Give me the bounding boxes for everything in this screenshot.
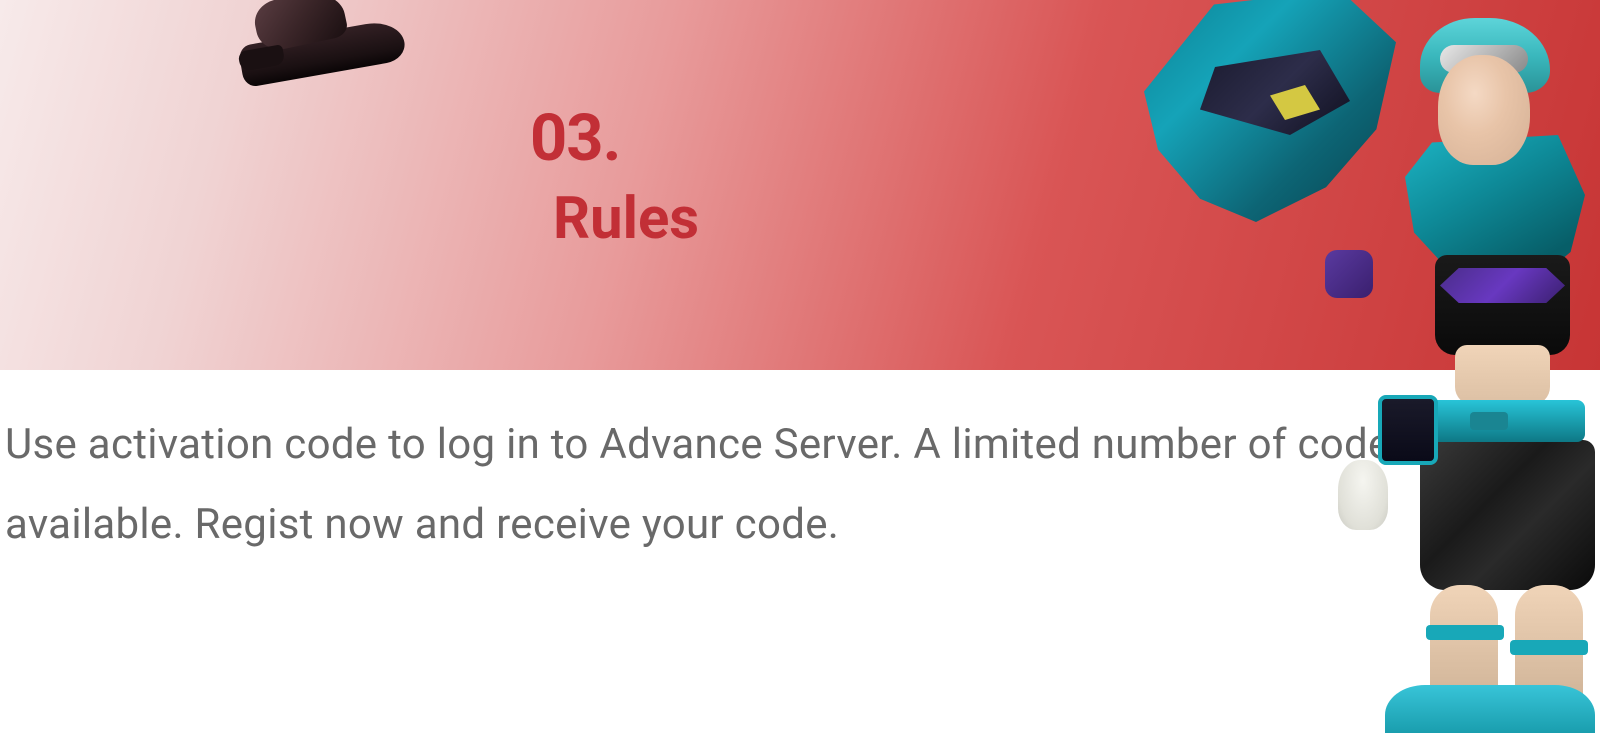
hero-section: 03. Rules bbox=[0, 0, 1600, 370]
section-title: Rules bbox=[553, 185, 699, 253]
section-number: 03. bbox=[530, 100, 620, 176]
boot-icon bbox=[215, 0, 415, 85]
rules-description: Use activation code to log in to Advance… bbox=[5, 405, 1600, 565]
content-section: Use activation code to log in to Advance… bbox=[0, 370, 1600, 729]
